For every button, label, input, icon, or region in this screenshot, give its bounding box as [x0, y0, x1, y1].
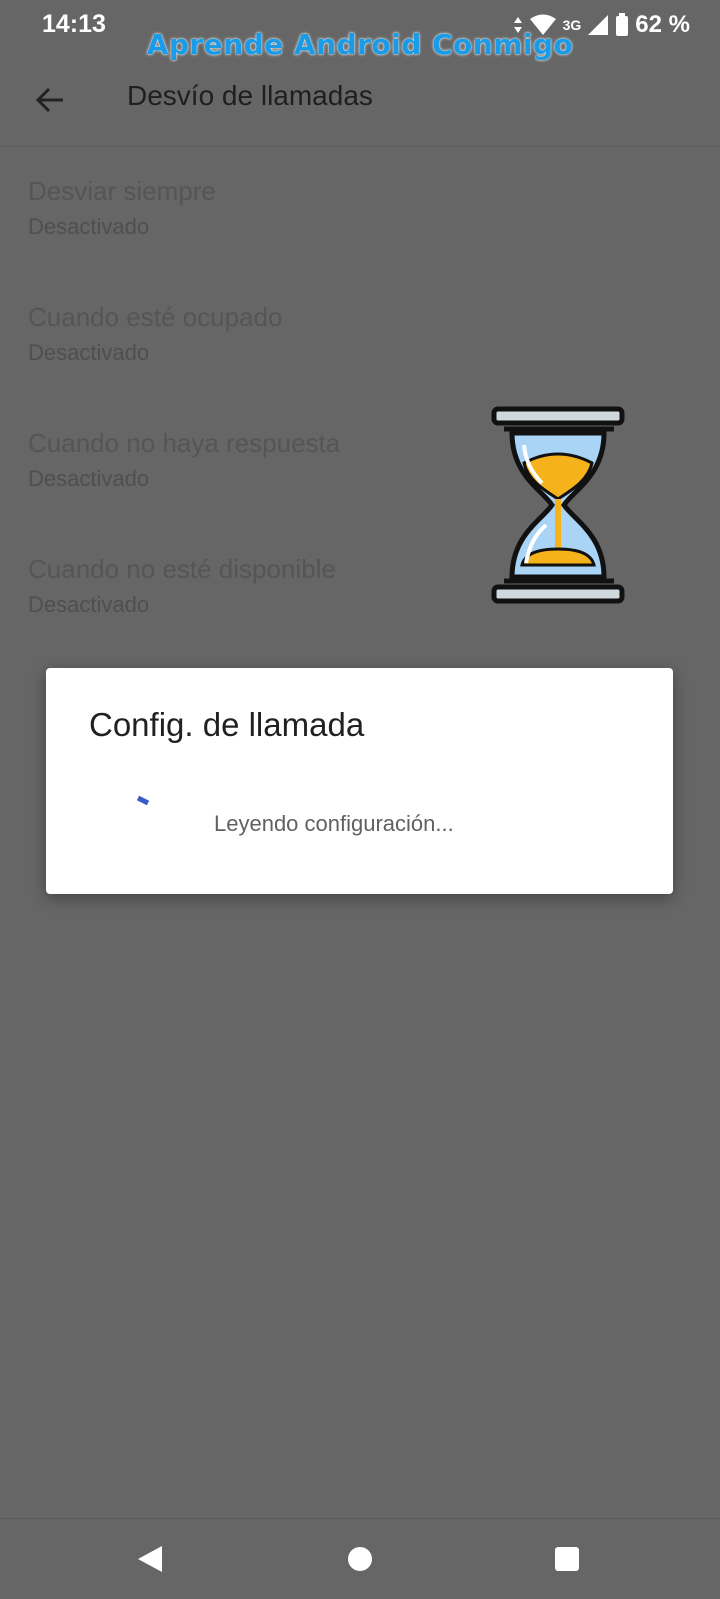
setting-title: Desviar siempre [28, 176, 216, 206]
page-title: Desvío de llamadas [127, 80, 373, 111]
setting-item-busy[interactable]: Cuando esté ocupado Desactivado [0, 286, 720, 412]
dialog-message: Leyendo configuración... [214, 811, 454, 836]
arrow-back-icon [35, 87, 63, 113]
setting-title: Cuando no esté disponible [28, 554, 336, 584]
loading-spinner-icon [136, 795, 150, 806]
setting-item-always[interactable]: Desviar siempre Desactivado [0, 160, 720, 286]
app-bar: Desvío de llamadas [0, 60, 720, 147]
setting-summary: Desactivado [28, 340, 150, 365]
nav-back-button[interactable] [130, 1539, 170, 1579]
setting-title: Cuando esté ocupado [28, 302, 283, 332]
loading-dialog: Config. de llamada Leyendo configuración… [46, 668, 673, 894]
setting-summary: Desactivado [28, 592, 150, 617]
navigation-bar [0, 1518, 720, 1599]
setting-summary: Desactivado [28, 466, 150, 491]
setting-summary: Desactivado [28, 214, 150, 239]
watermark-text: Aprende Android Conmigo [146, 28, 574, 61]
square-recents-icon [555, 1547, 579, 1571]
screen: 14:13 3G 62 % Aprende Android Conmigo De… [0, 0, 720, 1599]
nav-home-button[interactable] [340, 1539, 380, 1579]
back-button[interactable] [28, 78, 72, 122]
circle-home-icon [348, 1547, 372, 1571]
nav-recents-button[interactable] [547, 1539, 587, 1579]
setting-title: Cuando no haya respuesta [28, 428, 341, 458]
dialog-title: Config. de llamada [89, 706, 365, 743]
hourglass-icon [491, 406, 625, 604]
triangle-back-icon [138, 1546, 162, 1572]
